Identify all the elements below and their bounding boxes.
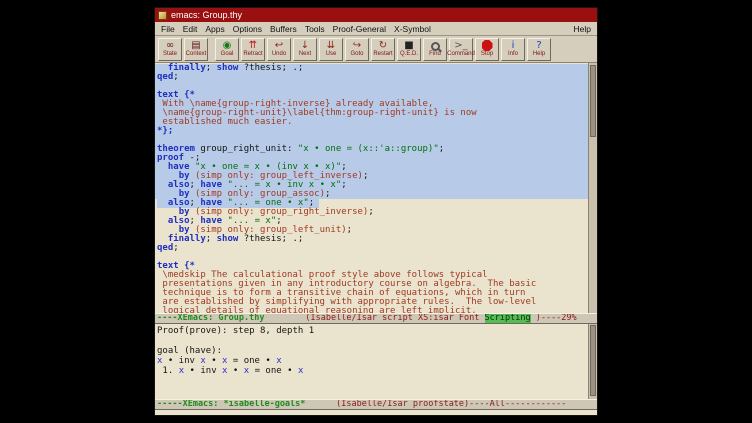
goal-icon: ◉	[223, 40, 232, 51]
info-button[interactable]: iInfo	[501, 38, 525, 61]
script-scrollbar-thumb[interactable]	[590, 65, 596, 137]
toolbar-label: Restart	[373, 51, 392, 58]
use-button[interactable]: ⇊Use	[319, 38, 343, 61]
toolbar-label: Q.E.D.	[400, 51, 418, 58]
goto-icon: ↪	[353, 40, 361, 51]
modeline-goals-buffer: -----XEmacs: *isabelle-goals* (Isabelle/…	[155, 399, 597, 410]
stop-button[interactable]: Stop	[475, 38, 499, 61]
code-line: qed;	[155, 244, 588, 253]
toolbar-label: Next	[299, 51, 311, 58]
script-scrollbar[interactable]	[588, 63, 597, 313]
goals-scrollbar-thumb[interactable]	[590, 325, 596, 396]
goal-line	[155, 336, 588, 346]
toolbar-label: Stop	[481, 51, 493, 58]
code-line: *};	[155, 127, 588, 136]
menu-item-options[interactable]: Options	[229, 24, 266, 34]
info-icon: i	[512, 40, 515, 51]
script-buffer-text: finally; show ?thesis; .;qed; text {* Wi…	[155, 64, 588, 313]
toolbar-label: Goto	[350, 51, 363, 58]
goal-line: goal (have):	[155, 346, 588, 356]
code-line: finally; show ?thesis; .;	[155, 235, 588, 244]
minibuffer-echo-area[interactable]	[155, 410, 597, 415]
menu-item-help[interactable]: Help	[570, 24, 595, 34]
goal-button[interactable]: ◉Goal	[215, 38, 239, 61]
toolbar-label: Help	[533, 51, 545, 58]
menu-item-buffers[interactable]: Buffers	[266, 24, 301, 34]
goal-line: Proof(prove): step 8, depth 1	[155, 326, 588, 336]
script-buffer[interactable]: finally; show ?thesis; .;qed; text {* Wi…	[155, 63, 597, 313]
modeline-segment: Scripting	[485, 313, 531, 323]
goto-button[interactable]: ↪Goto	[345, 38, 369, 61]
find-button[interactable]: Find	[423, 38, 447, 61]
toolbar-label: Info	[508, 51, 518, 58]
code-line	[155, 82, 588, 91]
retract-icon: ⇈	[249, 40, 257, 51]
state-icon: ∞	[166, 40, 174, 51]
command-button[interactable]: >_Command	[449, 38, 473, 61]
window-title: emacs: Group.thy	[171, 8, 242, 22]
menu-item-file[interactable]: File	[157, 24, 179, 34]
context-icon: ▤	[191, 40, 200, 51]
goals-buffer[interactable]: Proof(prove): step 8, depth 1 goal (have…	[155, 324, 597, 399]
menu-item-apps[interactable]: Apps	[201, 24, 228, 34]
menu-item-edit[interactable]: Edit	[179, 24, 202, 34]
modeline-segment: (Isabelle/Isar script XS:isar Font	[264, 313, 484, 323]
qed-button[interactable]: ■Q.E.D.	[397, 38, 421, 61]
xemacs-window: emacs: Group.thy FileEditAppsOptionsBuff…	[154, 7, 598, 416]
retract-button[interactable]: ⇈Retract	[241, 38, 265, 61]
toolbar-label: Command	[447, 51, 475, 58]
code-line: theorem group_right_unit: "x • one = (x:…	[155, 145, 588, 154]
find-icon	[431, 42, 440, 51]
restart-button[interactable]: ↻Restart	[371, 38, 395, 61]
use-icon: ⇊	[327, 40, 335, 51]
help-icon: ?	[536, 40, 541, 51]
undo-button[interactable]: ↩Undo	[267, 38, 291, 61]
toolbar-label: Use	[326, 51, 337, 58]
goals-buffer-text: Proof(prove): step 8, depth 1 goal (have…	[155, 326, 588, 376]
menu-item-proof-general[interactable]: Proof-General	[329, 24, 390, 34]
toolbar-label: Goal	[221, 51, 234, 58]
toolbar-label: Retract	[243, 51, 262, 58]
toolbar-label: State	[163, 51, 177, 58]
desktop: { "window": { "title": "emacs: Group.thy…	[0, 0, 752, 423]
proof-general-toolbar: ∞State▤Context◉Goal⇈Retract↩Undo↓Next⇊Us…	[155, 36, 597, 63]
code-line: established much easier.	[155, 118, 588, 127]
menu-item-tools[interactable]: Tools	[301, 24, 329, 34]
modeline-segment: (Isabelle/Isar proofstate)----All-------…	[305, 399, 566, 409]
code-line: qed;	[155, 73, 588, 82]
goals-scrollbar[interactable]	[588, 324, 597, 399]
modeline-script-buffer: ----XEmacs: Group.thy (Isabelle/Isar scr…	[155, 313, 597, 324]
code-line	[155, 253, 588, 262]
restart-icon: ↻	[379, 40, 387, 51]
modeline-segment: -----XEmacs: *isabelle-goals*	[157, 399, 305, 409]
qed-icon: ■	[404, 40, 413, 51]
state-button[interactable]: ∞State	[158, 38, 182, 61]
goal-line: 1. x • inv x • x = one • x	[155, 366, 588, 376]
next-button[interactable]: ↓Next	[293, 38, 317, 61]
code-line: finally; show ?thesis; .;	[155, 64, 588, 73]
code-line: logical details of equational reasoning …	[155, 307, 588, 313]
command-icon: >_	[454, 40, 467, 51]
undo-icon: ↩	[275, 40, 283, 51]
stop-icon	[482, 40, 493, 51]
toolbar-label: Undo	[272, 51, 286, 58]
next-icon: ↓	[301, 40, 309, 51]
window-icon	[158, 11, 167, 20]
menu-bar: FileEditAppsOptionsBuffersToolsProof-Gen…	[155, 22, 597, 36]
help-button[interactable]: ?Help	[527, 38, 551, 61]
modeline-segment: )----29%	[531, 313, 577, 323]
title-bar[interactable]: emacs: Group.thy	[155, 8, 597, 22]
goal-line: x • inv x • x = one • x	[155, 356, 588, 366]
menu-item-x-symbol[interactable]: X-Symbol	[390, 24, 435, 34]
context-button[interactable]: ▤Context	[184, 38, 208, 61]
toolbar-label: Context	[186, 51, 207, 58]
modeline-segment: ----XEmacs: Group.thy	[157, 313, 264, 323]
